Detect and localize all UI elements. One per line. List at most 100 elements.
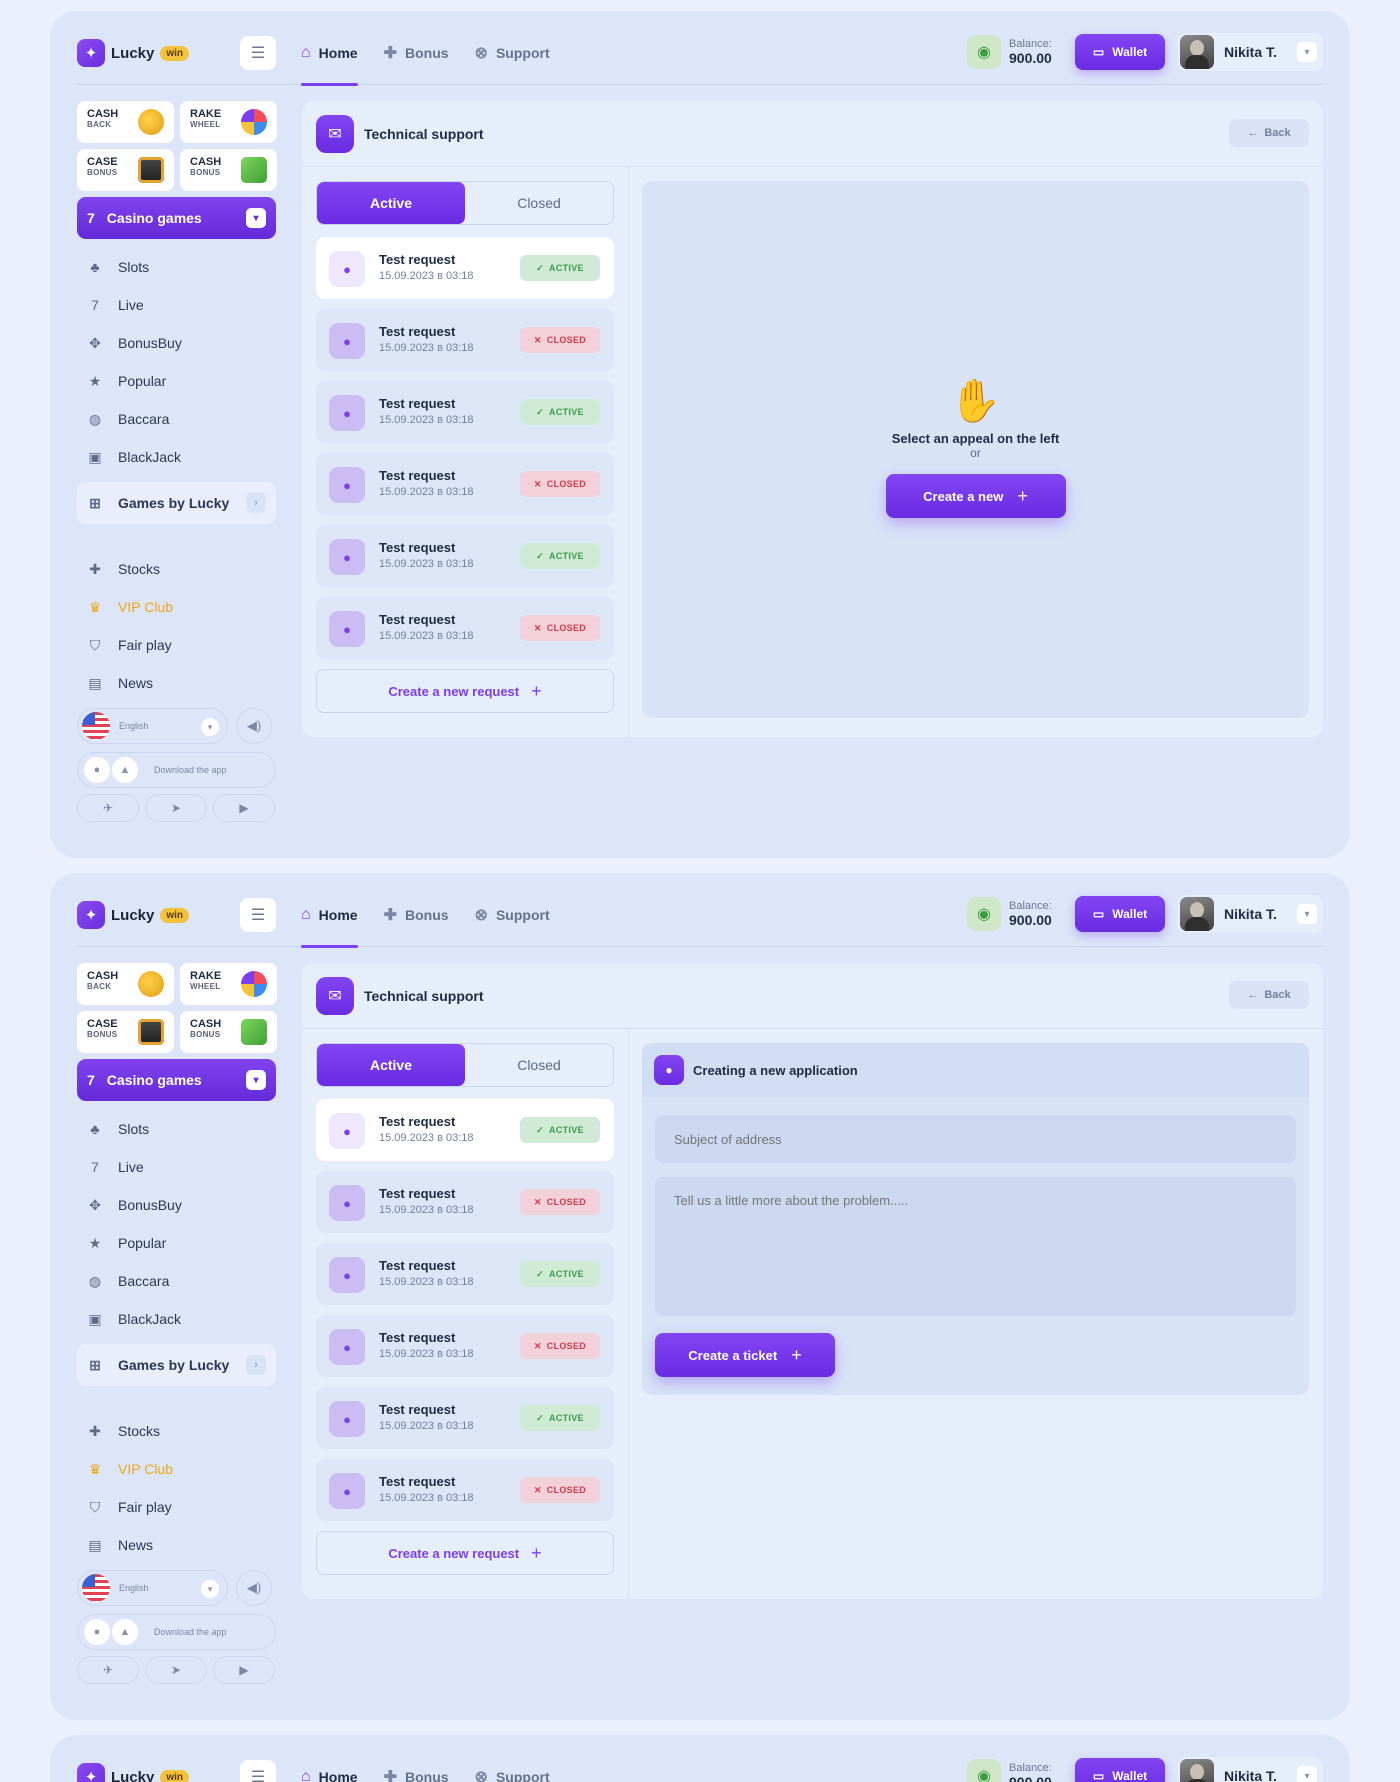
user-menu[interactable]: Nikita T. ▾ bbox=[1178, 33, 1323, 71]
promo-case-bonus[interactable]: CASE BONUS bbox=[77, 149, 174, 191]
games-by-lucky-button[interactable]: ⊞ Games by Lucky › bbox=[77, 1344, 276, 1386]
list-item[interactable]: ● Test request 15.09.2023 в 03:18 ✕ CLOSED bbox=[316, 1459, 614, 1521]
sidebar-item-news[interactable]: ▤ News bbox=[77, 1526, 276, 1564]
sidebar-item-fair-play[interactable]: ⛉ Fair play bbox=[77, 1488, 276, 1526]
chat-icon: ● bbox=[329, 1185, 365, 1221]
tab-active[interactable]: Active bbox=[317, 182, 465, 224]
request-title: Test request bbox=[379, 540, 456, 555]
sidebar-item-blackjack[interactable]: ▣ BlackJack bbox=[77, 1300, 276, 1338]
nav-bonus[interactable]: ✚ Bonus bbox=[384, 883, 449, 947]
promo-case-bonus[interactable]: CASE BONUS bbox=[77, 1011, 174, 1053]
promo-cashback[interactable]: CASH BACK bbox=[77, 963, 174, 1005]
promo-cashback[interactable]: CASH BACK bbox=[77, 101, 174, 143]
tab-active[interactable]: Active bbox=[317, 1044, 465, 1086]
back-button[interactable]: ← Back bbox=[1229, 981, 1309, 1009]
tab-closed[interactable]: Closed bbox=[465, 1044, 613, 1086]
create-new-button[interactable]: Create a new + bbox=[885, 474, 1066, 518]
casino-games-button[interactable]: 7 Casino games ▾ bbox=[77, 197, 276, 239]
twitter-icon[interactable]: ✈ bbox=[77, 1656, 139, 1684]
list-item[interactable]: ● Test request 15.09.2023 в 03:18 ✓ ACTIVE bbox=[316, 1099, 614, 1161]
sound-toggle[interactable]: ◀) bbox=[236, 1570, 272, 1606]
youtube-icon[interactable]: ▶ bbox=[213, 794, 275, 822]
problem-description-textarea[interactable] bbox=[655, 1177, 1296, 1316]
sidebar-item-live[interactable]: 7 Live bbox=[77, 286, 276, 324]
list-item[interactable]: ● Test request 15.09.2023 в 03:18 ✕ CLOSED bbox=[316, 453, 614, 515]
wallet-button[interactable]: ▭ Wallet bbox=[1075, 1758, 1165, 1782]
gift-icon: ✚ bbox=[383, 907, 397, 924]
nav-home[interactable]: ⌂ Home bbox=[301, 883, 358, 948]
list-item[interactable]: ● Test request 15.09.2023 в 03:18 ✕ CLOSED bbox=[316, 1171, 614, 1233]
download-app-button[interactable]: ● ▲ Download the app bbox=[77, 1614, 276, 1650]
list-item[interactable]: ● Test request 15.09.2023 в 03:18 ✓ ACTIVE bbox=[316, 1243, 614, 1305]
logo[interactable]: ✦ Lucky win bbox=[77, 39, 190, 67]
create-new-request-button[interactable]: Create a new request + bbox=[316, 669, 614, 713]
promo-cash-bonus[interactable]: CASH BONUS bbox=[180, 149, 277, 191]
chevron-down-icon[interactable]: ▾ bbox=[1297, 1766, 1317, 1782]
back-button[interactable]: ← Back bbox=[1229, 119, 1309, 147]
sidebar-item-bonusbuy[interactable]: ✥ BonusBuy bbox=[77, 1186, 276, 1224]
user-menu[interactable]: Nikita T. ▾ bbox=[1178, 895, 1323, 933]
sidebar-item-stocks[interactable]: ✚ Stocks bbox=[77, 550, 276, 588]
sidebar-item-stocks[interactable]: ✚ Stocks bbox=[77, 1412, 276, 1450]
promo-rake-wheel[interactable]: RAKE WHEEL bbox=[180, 963, 277, 1005]
sidebar-item-popular[interactable]: ★ Popular bbox=[77, 1224, 276, 1262]
sidebar-item-blackjack[interactable]: ▣ BlackJack bbox=[77, 438, 276, 476]
coin-icon bbox=[138, 971, 164, 997]
tab-closed[interactable]: Closed bbox=[465, 182, 613, 224]
sidebar-item-news[interactable]: ▤ News bbox=[77, 664, 276, 702]
apple-icon: ● bbox=[84, 1619, 110, 1645]
list-item[interactable]: ● Test request 15.09.2023 в 03:18 ✓ ACTIVE bbox=[316, 381, 614, 443]
logo[interactable]: ✦ Lucky win bbox=[77, 1763, 190, 1782]
sidebar-item-bonusbuy[interactable]: ✥ BonusBuy bbox=[77, 324, 276, 362]
wallet-button[interactable]: ▭ Wallet bbox=[1075, 896, 1165, 932]
list-item[interactable]: ● Test request 15.09.2023 в 03:18 ✓ ACTIVE bbox=[316, 525, 614, 587]
nav-bonus[interactable]: ✚ Bonus bbox=[384, 21, 449, 85]
youtube-icon[interactable]: ▶ bbox=[213, 1656, 275, 1684]
sidebar-item-slots[interactable]: ♣ Slots bbox=[77, 248, 276, 286]
logo[interactable]: ✦ Lucky win bbox=[77, 901, 190, 929]
sidebar-item-live[interactable]: 7 Live bbox=[77, 1148, 276, 1186]
sidebar-item-label: News bbox=[118, 1537, 154, 1553]
nav-home[interactable]: ⌂ Home bbox=[301, 21, 358, 86]
menu-toggle-button[interactable]: ☰ bbox=[240, 898, 276, 932]
language-label: English bbox=[119, 721, 149, 731]
sidebar-item-vip-club[interactable]: ♛ VIP Club bbox=[77, 588, 276, 626]
chevron-down-icon[interactable]: ▾ bbox=[1297, 42, 1317, 62]
subject-input[interactable] bbox=[655, 1115, 1296, 1163]
promo-rake-wheel[interactable]: RAKE WHEEL bbox=[180, 101, 277, 143]
list-item[interactable]: ● Test request 15.09.2023 в 03:18 ✕ CLOSED bbox=[316, 597, 614, 659]
menu-toggle-button[interactable]: ☰ bbox=[240, 36, 276, 70]
sidebar-item-slots[interactable]: ♣ Slots bbox=[77, 1110, 276, 1148]
chevron-down-icon[interactable]: ▾ bbox=[1297, 904, 1317, 924]
sidebar-item-baccara[interactable]: ◍ Baccara bbox=[77, 400, 276, 438]
nav-support[interactable]: ⊗ Support bbox=[475, 883, 550, 947]
nav-bonus[interactable]: ✚ Bonus bbox=[384, 1745, 449, 1782]
chip-icon: ◍ bbox=[88, 410, 102, 427]
language-select[interactable]: English ▾ bbox=[77, 708, 228, 744]
list-item[interactable]: ● Test request 15.09.2023 в 03:18 ✕ CLOSED bbox=[316, 309, 614, 371]
sidebar-item-baccara[interactable]: ◍ Baccara bbox=[77, 1262, 276, 1300]
create-new-request-button[interactable]: Create a new request + bbox=[316, 1531, 614, 1575]
sidebar-item-popular[interactable]: ★ Popular bbox=[77, 362, 276, 400]
sound-toggle[interactable]: ◀) bbox=[236, 708, 272, 744]
telegram-icon[interactable]: ➤ bbox=[145, 1656, 207, 1684]
create-ticket-button[interactable]: Create a ticket + bbox=[655, 1333, 835, 1377]
nav-support[interactable]: ⊗ Support bbox=[475, 1745, 550, 1782]
casino-games-button[interactable]: 7 Casino games ▾ bbox=[77, 1059, 276, 1101]
wallet-button[interactable]: ▭ Wallet bbox=[1075, 34, 1165, 70]
menu-toggle-button[interactable]: ☰ bbox=[240, 1760, 276, 1782]
promo-cash-bonus[interactable]: CASH BONUS bbox=[180, 1011, 277, 1053]
download-app-button[interactable]: ● ▲ Download the app bbox=[77, 752, 276, 788]
user-menu[interactable]: Nikita T. ▾ bbox=[1178, 1757, 1323, 1782]
telegram-icon[interactable]: ➤ bbox=[145, 794, 207, 822]
list-item[interactable]: ● Test request 15.09.2023 в 03:18 ✓ ACTIVE bbox=[316, 1387, 614, 1449]
twitter-icon[interactable]: ✈ bbox=[77, 794, 139, 822]
sidebar-item-vip-club[interactable]: ♛ VIP Club bbox=[77, 1450, 276, 1488]
sidebar-item-fair-play[interactable]: ⛉ Fair play bbox=[77, 626, 276, 664]
list-item[interactable]: ● Test request 15.09.2023 в 03:18 ✓ ACTIVE bbox=[316, 237, 614, 299]
nav-home[interactable]: ⌂ Home bbox=[301, 1745, 358, 1782]
language-select[interactable]: English ▾ bbox=[77, 1570, 228, 1606]
games-by-lucky-button[interactable]: ⊞ Games by Lucky › bbox=[77, 482, 276, 524]
list-item[interactable]: ● Test request 15.09.2023 в 03:18 ✕ CLOSED bbox=[316, 1315, 614, 1377]
nav-support[interactable]: ⊗ Support bbox=[475, 21, 550, 85]
